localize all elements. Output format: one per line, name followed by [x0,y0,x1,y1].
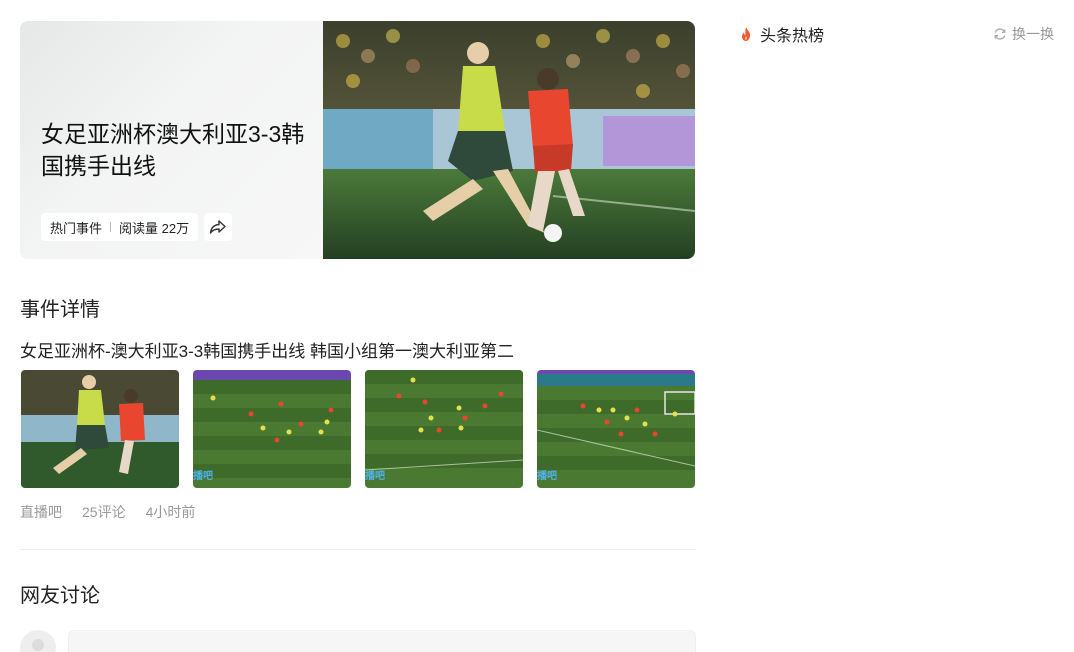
event-thumbnail[interactable]: 播吧 [365,370,523,488]
share-icon [209,220,226,234]
discussion-section-title: 网友讨论 [20,585,100,607]
hero-image[interactable] [323,21,695,259]
thumbnail-image [193,370,351,488]
event-thumbnail[interactable]: 播吧 [537,370,695,488]
event-source[interactable]: 直播吧 [20,502,62,522]
avatar [20,630,56,652]
football-photo [323,21,695,259]
event-thumbnail[interactable] [21,370,179,488]
thumbnail-image [365,370,523,488]
thumbnail-image [21,370,179,488]
hot-list-title: 头条热榜 [760,28,825,45]
hot-list-title-group[interactable]: 头条热榜 [738,22,824,46]
event-time: 4小时前 [145,504,196,520]
event-meta: 直播吧 25评论 4小时前 [20,502,195,522]
refresh-icon [994,28,1006,40]
thumbnail-watermark: 播吧 [365,471,385,482]
hero-meta: 热门事件 阅读量 22万 [41,213,233,241]
hero-card[interactable]: 女足亚洲杯澳大利亚3-3韩国携手出线 热门事件 阅读量 22万 [20,21,695,259]
hero-text-panel: 女足亚洲杯澳大利亚3-3韩国携手出线 热门事件 阅读量 22万 [20,21,323,259]
hero-reads: 阅读量 22万 [119,220,190,236]
share-button[interactable] [204,213,233,241]
avatar-placeholder-icon [32,639,44,651]
hero-tag: 热门事件 [50,220,103,236]
meta-divider [110,222,112,232]
section-divider [20,549,696,550]
comment-input[interactable] [68,630,696,652]
refresh-label: 换一换 [1012,26,1054,42]
thumbnail-watermark: 播吧 [193,471,213,482]
event-thumbnail[interactable]: 播吧 [193,370,351,488]
event-comment-count[interactable]: 25评论 [82,502,126,522]
event-thumbnails: 播吧 播吧 播吧 [21,370,695,488]
event-section-title: 事件详情 [20,299,100,321]
hero-meta-pill: 热门事件 阅读量 22万 [41,213,199,241]
refresh-button[interactable]: 换一换 [993,24,1054,44]
hero-title[interactable]: 女足亚洲杯澳大利亚3-3韩国携手出线 [41,118,311,182]
thumbnail-image [537,370,695,488]
fire-icon [742,27,750,41]
event-headline[interactable]: 女足亚洲杯-澳大利亚3-3韩国携手出线 韩国小组第一澳大利亚第二 [20,337,514,362]
hot-list-header: 头条热榜 换一换 [738,23,1054,45]
thumbnail-watermark: 播吧 [537,471,557,482]
